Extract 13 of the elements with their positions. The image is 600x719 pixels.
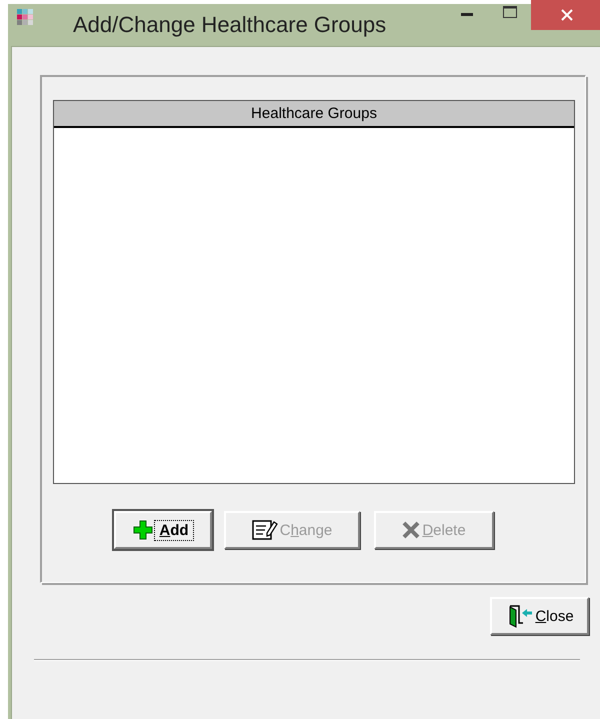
close-button[interactable]: Close <box>490 597 589 635</box>
app-icon <box>17 9 33 25</box>
window-title: Add/Change Healthcare Groups <box>73 12 386 38</box>
maximize-icon[interactable] <box>503 6 517 18</box>
x-icon <box>402 521 420 539</box>
groups-list[interactable]: Healthcare Groups <box>53 100 575 484</box>
close-icon <box>561 9 573 21</box>
column-header[interactable]: Healthcare Groups <box>54 101 574 128</box>
minimize-icon[interactable] <box>461 13 473 17</box>
add-button[interactable]: Add <box>114 511 212 549</box>
close-window-button[interactable] <box>531 0 600 30</box>
plus-icon <box>133 520 154 540</box>
notepad-pencil-icon <box>252 519 278 541</box>
